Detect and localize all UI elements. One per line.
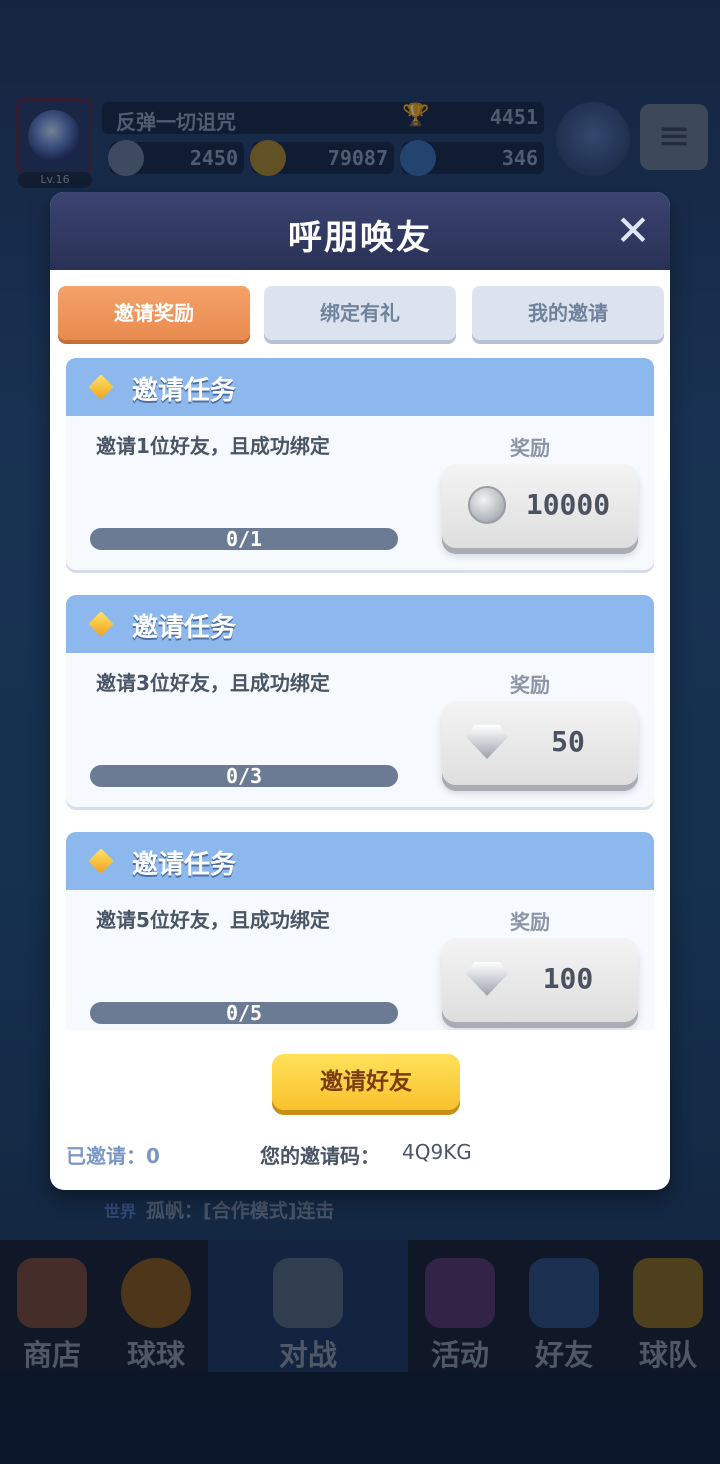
dialog-title: 呼朋唤友 <box>288 218 432 258</box>
tab-my-invites[interactable]: 我的邀请 <box>472 286 664 340</box>
task-description: 邀请1位好友，且成功绑定 <box>96 434 330 458</box>
reward-button[interactable]: 100 <box>442 938 638 1022</box>
task-card: 邀请任务 邀请3位好友，且成功绑定 奖励 50 0/3 <box>66 595 654 807</box>
task-card: 邀请任务 邀请1位好友，且成功绑定 奖励 10000 0/1 <box>66 358 654 570</box>
progress-bar: 0/3 <box>90 765 398 787</box>
progress-bar: 0/1 <box>90 528 398 550</box>
gem-icon <box>466 962 508 996</box>
close-icon[interactable]: ✕ <box>612 210 654 252</box>
gem-icon <box>466 725 508 759</box>
coin-icon <box>468 486 506 524</box>
tab-invite-rewards[interactable]: 邀请奖励 <box>58 286 250 340</box>
task-title: 邀请任务 <box>132 376 237 406</box>
task-header: 邀请任务 <box>66 595 654 653</box>
progress-text: 0/3 <box>225 765 263 787</box>
progress-text: 0/5 <box>225 1002 263 1024</box>
task-card: 邀请任务 邀请5位好友，且成功绑定 奖励 100 0/5 <box>66 832 654 1030</box>
task-header: 邀请任务 <box>66 832 654 890</box>
task-list[interactable]: 邀请任务 邀请1位好友，且成功绑定 奖励 10000 0/1 邀请任务 邀请3位… <box>50 354 670 1030</box>
diamond-icon <box>88 374 114 400</box>
reward-label: 奖励 <box>510 910 550 934</box>
invite-friends-button[interactable]: 邀请好友 <box>272 1054 460 1110</box>
task-description: 邀请5位好友，且成功绑定 <box>96 908 330 932</box>
task-title: 邀请任务 <box>132 850 237 880</box>
progress-bar: 0/5 <box>90 1002 398 1024</box>
task-description: 邀请3位好友，且成功绑定 <box>96 671 330 695</box>
reward-button[interactable]: 50 <box>442 701 638 785</box>
progress-text: 0/1 <box>225 528 263 550</box>
invite-friends-dialog: 呼朋唤友 ✕ 邀请奖励 绑定有礼 我的邀请 邀请任务 邀请1位好友，且成功绑定 … <box>50 192 670 1190</box>
invite-code[interactable]: 4Q9KG <box>402 1140 472 1164</box>
tab-binding-gifts[interactable]: 绑定有礼 <box>264 286 456 340</box>
reward-button[interactable]: 10000 <box>442 464 638 548</box>
invited-count: 已邀请：0 <box>66 1144 160 1168</box>
task-title: 邀请任务 <box>132 613 237 643</box>
reward-label: 奖励 <box>510 436 550 460</box>
diamond-icon <box>88 848 114 874</box>
reward-label: 奖励 <box>510 673 550 697</box>
reward-value: 50 <box>551 725 585 758</box>
dialog-header: 呼朋唤友 ✕ <box>50 192 670 270</box>
diamond-icon <box>88 611 114 637</box>
invite-code-label: 您的邀请码： <box>260 1144 380 1168</box>
task-header: 邀请任务 <box>66 358 654 416</box>
reward-value: 100 <box>542 962 594 995</box>
reward-value: 10000 <box>525 488 611 521</box>
